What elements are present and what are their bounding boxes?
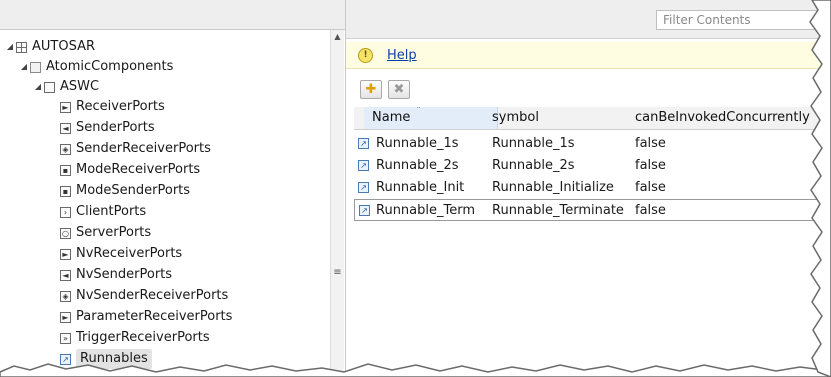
tree-node-label: ClientPorts	[76, 204, 147, 219]
column-header-name[interactable]: ˆ Name	[364, 107, 498, 129]
scroll-grip-icon[interactable]: ≡	[331, 267, 344, 278]
info-icon: !	[358, 47, 373, 63]
collapse-arrow-icon[interactable]: ◢	[4, 37, 16, 57]
cell-symbol[interactable]: Runnable_1s	[492, 133, 632, 155]
tree-scrollbar[interactable]: ▲ ≡	[330, 30, 344, 377]
column-header-symbol[interactable]: symbol	[492, 107, 632, 129]
cell-name[interactable]: Runnable_1s	[376, 133, 491, 155]
mode-sender-port-icon: ▪	[60, 185, 71, 197]
tree-node-nvsenderports[interactable]: ◄ NvSenderPorts	[60, 265, 172, 285]
delete-runnable-button[interactable]: ✖	[388, 80, 410, 99]
tree-node-atomiccomponents[interactable]: ◢ AtomicComponents	[18, 57, 173, 77]
sender-receiver-port-icon: ◈	[60, 143, 71, 155]
runnable-icon: ↗	[60, 353, 71, 365]
tree-header	[0, 0, 345, 30]
tree-node-label: SenderPorts	[76, 120, 155, 135]
table-toolbar: ✚ ✖	[360, 80, 410, 99]
content-header	[346, 0, 831, 39]
tree-node-autosar[interactable]: ◢ AUTOSAR	[4, 37, 95, 57]
tree-node-parameterreceiverports[interactable]: ► ParameterReceiverPorts	[60, 307, 232, 327]
tree-node-label: AUTOSAR	[32, 39, 96, 54]
runnable-icon: ↗	[359, 205, 370, 216]
column-header-label: canBeInvokedConcurrently	[635, 110, 810, 125]
tree-node-receiverports[interactable]: ► ReceiverPorts	[60, 97, 165, 117]
client-port-icon: ›	[60, 206, 71, 218]
table-row-selected[interactable]: ↗ Runnable_Term Runnable_Terminate false	[354, 199, 831, 221]
cell-symbol[interactable]: Runnable_2s	[492, 155, 632, 177]
tree-node-nvsenderreceiverports[interactable]: ◈ NvSenderReceiverPorts	[60, 286, 228, 306]
tree-node-label: NvReceiverPorts	[76, 246, 183, 261]
mode-receiver-port-icon: ▪	[60, 164, 71, 176]
column-header-label: symbol	[492, 110, 539, 125]
tree-node-label: ParameterReceiverPorts	[76, 309, 233, 324]
nv-sender-port-icon: ◄	[60, 269, 71, 281]
table-row[interactable]: ↗ Runnable_2s Runnable_2s false	[354, 155, 831, 177]
content-pane: ! Help ✚ ✖ ˆ Name symbol canBeInvokedCon…	[346, 0, 831, 377]
tree-node-modesenderports[interactable]: ▪ ModeSenderPorts	[60, 181, 190, 201]
scroll-up-arrow-icon[interactable]: ▲	[331, 32, 344, 41]
package-icon	[16, 41, 27, 53]
runnable-icon: ↗	[358, 138, 369, 149]
server-port-icon: ○	[60, 227, 71, 239]
cell-symbol[interactable]: Runnable_Initialize	[492, 177, 632, 199]
table-row[interactable]: ↗ Runnable_Init Runnable_Initialize fals…	[354, 177, 831, 199]
table-row[interactable]: ↗ Runnable_1s Runnable_1s false	[354, 133, 831, 155]
folder-icon	[30, 61, 41, 73]
table-header: ˆ Name symbol canBeInvokedConcurrently	[354, 107, 831, 130]
sender-port-icon: ◄	[60, 122, 71, 134]
tree-node-label: ModeReceiverPorts	[76, 162, 201, 177]
cell-concurrent[interactable]: false	[635, 200, 825, 222]
receiver-port-icon: ►	[60, 101, 71, 113]
help-bar: ! Help	[346, 42, 831, 69]
tree-node-runnables[interactable]: ↗ Runnables	[60, 349, 152, 369]
collapse-arrow-icon[interactable]: ◢	[32, 77, 44, 97]
nv-sender-receiver-port-icon: ◈	[60, 290, 71, 302]
tree-node-senderports[interactable]: ◄ SenderPorts	[60, 118, 155, 138]
model-tree-pane: ◢ AUTOSAR ◢ AtomicComponents ◢ ASWC ► Re…	[0, 0, 346, 377]
tree-node-label: Runnables	[76, 349, 152, 369]
component-icon	[44, 81, 55, 93]
cell-name[interactable]: Runnable_Term	[376, 200, 491, 222]
help-link[interactable]: Help	[387, 48, 417, 63]
tree-node-label: NvSenderReceiverPorts	[76, 288, 229, 303]
cell-concurrent[interactable]: false	[635, 133, 825, 155]
cell-name[interactable]: Runnable_2s	[376, 155, 491, 177]
sort-ascending-icon: ˆ	[416, 107, 421, 117]
add-icon: ✚	[365, 82, 377, 97]
cell-name[interactable]: Runnable_Init	[376, 177, 491, 199]
tree-node-clientports[interactable]: › ClientPorts	[60, 202, 146, 222]
tree-node-nvreceiverports[interactable]: ► NvReceiverPorts	[60, 244, 182, 264]
tree-node-modereceiverports[interactable]: ▪ ModeReceiverPorts	[60, 160, 200, 180]
column-header-canbeinvokedconcurrently[interactable]: canBeInvokedConcurrently	[635, 107, 831, 129]
collapse-arrow-icon[interactable]: ◢	[18, 57, 30, 77]
column-header-label: Name	[372, 110, 411, 125]
runnable-icon: ↗	[358, 182, 369, 193]
add-runnable-button[interactable]: ✚	[360, 80, 382, 99]
parameter-receiver-port-icon: ►	[60, 311, 71, 323]
tree-node-serverports[interactable]: ○ ServerPorts	[60, 223, 151, 243]
tree-node-label: ReceiverPorts	[76, 99, 165, 114]
tree-node-triggerreceiverports[interactable]: » TriggerReceiverPorts	[60, 328, 210, 348]
tree-node-label: ASWC	[60, 79, 100, 94]
tree-node-label: SenderReceiverPorts	[76, 141, 211, 156]
delete-icon: ✖	[393, 82, 405, 97]
tree-node-label: TriggerReceiverPorts	[76, 330, 210, 345]
cell-symbol[interactable]: Runnable_Terminate	[492, 200, 632, 222]
cell-concurrent[interactable]: false	[635, 177, 825, 199]
runnable-icon: ↗	[358, 160, 369, 171]
tree-node-senderreceiverports[interactable]: ◈ SenderReceiverPorts	[60, 139, 211, 159]
tree-node-aswc[interactable]: ◢ ASWC	[32, 77, 99, 97]
tree-node-label: ModeSenderPorts	[76, 183, 191, 198]
tree-node-label: NvSenderPorts	[76, 267, 173, 282]
cell-concurrent[interactable]: false	[635, 155, 825, 177]
tree-node-label: ServerPorts	[76, 225, 152, 240]
trigger-receiver-port-icon: »	[60, 332, 71, 344]
tree-node-label: AtomicComponents	[46, 59, 174, 74]
nv-receiver-port-icon: ►	[60, 248, 71, 260]
filter-contents-input[interactable]	[656, 10, 821, 30]
